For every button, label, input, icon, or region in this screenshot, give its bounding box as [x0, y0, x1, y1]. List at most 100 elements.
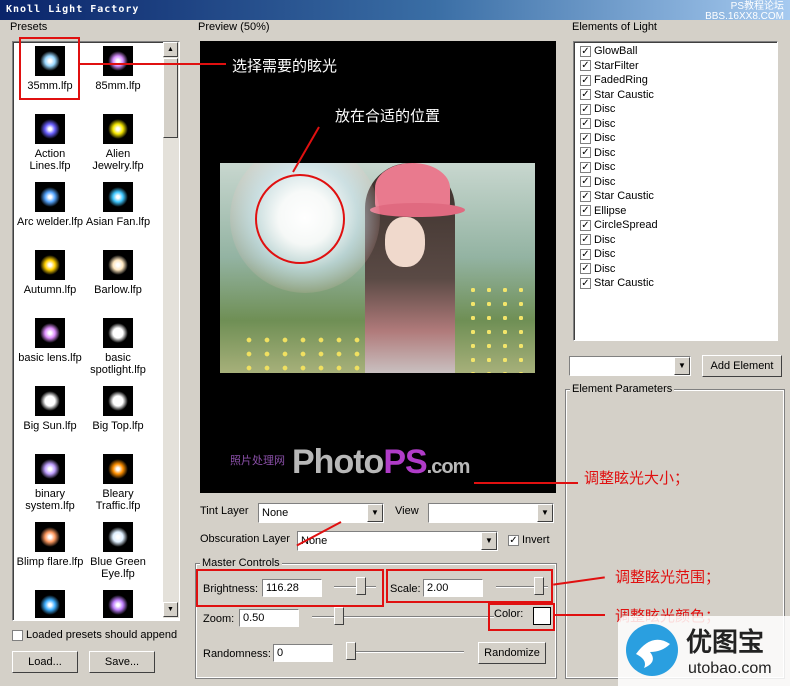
- preset-item[interactable]: Barlow.lfp: [81, 250, 155, 296]
- checkmark-icon[interactable]: ✓: [580, 118, 591, 129]
- checkmark-icon[interactable]: ✓: [580, 103, 591, 115]
- element-item[interactable]: ✓ Ellipse: [580, 204, 626, 218]
- element-item[interactable]: ✓ Disc: [580, 131, 615, 145]
- randomize-button[interactable]: Randomize: [478, 642, 546, 664]
- preset-item[interactable]: Action Lines.lfp: [13, 114, 87, 172]
- element-item[interactable]: ✓ Disc: [580, 233, 615, 247]
- preset-label: Bleary Traffic.lfp: [95, 488, 141, 512]
- checkmark-icon[interactable]: ✓: [580, 60, 591, 71]
- preset-label: Alien Jewelry.lfp: [92, 148, 144, 172]
- preset-item[interactable]: Autumn.lfp: [13, 250, 87, 296]
- preset-thumbnail: [35, 522, 65, 552]
- preset-item[interactable]: Blue Green Eye.lfp: [81, 522, 155, 580]
- checkmark-icon[interactable]: ✓: [580, 263, 591, 274]
- annotation-adjust-range: 调整眩光范围；: [615, 569, 721, 586]
- preset-item[interactable]: Asian Fan.lfp: [81, 182, 155, 228]
- obscuration-layer-label: Obscuration Layer: [200, 533, 290, 545]
- save-button[interactable]: Save...: [89, 651, 155, 673]
- preset-item[interactable]: 85mm.lfp: [81, 46, 155, 92]
- elements-list[interactable]: ✓ GlowBall ✓ StarFilter ✓ FadedRing ✓ Star Caus…: [573, 41, 778, 341]
- preset-thumbnail: [35, 318, 65, 348]
- preset-thumbnail: [35, 386, 65, 416]
- preset-item[interactable]: [13, 590, 87, 618]
- checkmark-icon[interactable]: ✓: [580, 277, 591, 289]
- append-presets-checkbox[interactable]: Loaded presets should append: [12, 628, 177, 642]
- preset-thumbnail: [103, 590, 133, 618]
- tint-layer-select[interactable]: None ▼: [258, 503, 384, 523]
- checkmark-icon[interactable]: ✓: [580, 219, 591, 231]
- preset-item[interactable]: Big Top.lfp: [81, 386, 155, 432]
- add-element-button[interactable]: Add Element: [702, 355, 782, 377]
- checkmark-icon[interactable]: ✓: [580, 45, 591, 57]
- obscuration-layer-select[interactable]: None ▼: [297, 531, 498, 551]
- top-watermark: PS教程论坛 BBS.16XX8.COM: [705, 1, 784, 22]
- preset-item[interactable]: basic lens.lfp: [13, 318, 87, 364]
- checkmark-icon[interactable]: ✓: [580, 190, 591, 202]
- preset-label: basic lens.lfp: [18, 352, 82, 364]
- annotation-place-position: 放在合适的位置: [335, 108, 441, 125]
- annotation-line: [474, 482, 578, 484]
- invert-checkbox[interactable]: ✓ Invert: [508, 533, 550, 547]
- brand-url: utobao.com: [688, 660, 772, 677]
- checkmark-icon[interactable]: ✓: [580, 234, 591, 245]
- element-item[interactable]: ✓ Disc: [580, 117, 615, 131]
- presets-scrollbar[interactable]: ▲ ▼: [163, 42, 179, 618]
- checkmark-icon[interactable]: ✓: [580, 161, 591, 173]
- checkbox-icon[interactable]: [12, 629, 23, 641]
- checkmark-icon[interactable]: ✓: [580, 248, 591, 260]
- element-item[interactable]: ✓ Disc: [580, 102, 615, 116]
- brand-name: 优图宝: [686, 627, 765, 657]
- element-parameters-label: Element Parameters: [570, 383, 675, 395]
- checkmark-icon[interactable]: ✓: [580, 176, 591, 187]
- presets-label: Presets: [8, 21, 50, 33]
- element-item[interactable]: ✓ Disc: [580, 146, 615, 160]
- checkmark-icon[interactable]: ✓: [580, 89, 591, 100]
- chevron-down-icon: ▼: [481, 532, 497, 550]
- annotation-box-color: [488, 603, 555, 631]
- zoom-field[interactable]: 0.50: [239, 609, 299, 627]
- bird-logo-icon: [626, 624, 678, 676]
- checkmark-icon[interactable]: ✓: [508, 534, 519, 546]
- view-select[interactable]: ▼: [428, 503, 554, 523]
- preset-label: Action Lines.lfp: [29, 148, 71, 172]
- preset-item[interactable]: binary system.lfp: [13, 454, 87, 512]
- preset-thumbnail: [103, 46, 133, 76]
- element-item[interactable]: ✓ FadedRing: [580, 73, 648, 87]
- preset-item[interactable]: Bleary Traffic.lfp: [81, 454, 155, 512]
- checkmark-icon[interactable]: ✓: [580, 205, 591, 216]
- element-item[interactable]: ✓ CircleSpread: [580, 218, 658, 232]
- scroll-down-icon[interactable]: ▼: [163, 602, 178, 617]
- preset-item[interactable]: [81, 590, 155, 618]
- checkmark-icon[interactable]: ✓: [580, 147, 591, 158]
- window-title: Knoll Light Factory: [6, 4, 140, 15]
- preset-item[interactable]: Arc welder.lfp: [13, 182, 87, 228]
- element-item[interactable]: ✓ Star Caustic: [580, 276, 654, 290]
- element-item[interactable]: ✓ GlowBall: [580, 44, 637, 58]
- preset-thumbnail: [103, 250, 133, 280]
- element-item[interactable]: ✓ Disc: [580, 160, 615, 174]
- scroll-thumb[interactable]: [163, 58, 178, 138]
- element-item[interactable]: ✓ Star Caustic: [580, 88, 654, 102]
- element-type-select[interactable]: ▼: [569, 356, 691, 376]
- preset-thumbnail: [103, 182, 133, 212]
- element-item[interactable]: ✓ Disc: [580, 262, 615, 276]
- checkmark-icon[interactable]: ✓: [580, 74, 591, 86]
- preset-item[interactable]: Big Sun.lfp: [13, 386, 87, 432]
- brand-watermark: 优图宝 utobao.com: [618, 616, 790, 686]
- preset-item[interactable]: Alien Jewelry.lfp: [81, 114, 155, 172]
- scroll-up-icon[interactable]: ▲: [163, 42, 178, 57]
- element-item[interactable]: ✓ Star Caustic: [580, 189, 654, 203]
- element-item[interactable]: ✓ Disc: [580, 247, 615, 261]
- zoom-slider[interactable]: [334, 607, 344, 625]
- preset-thumbnail: [35, 590, 65, 618]
- checkmark-icon[interactable]: ✓: [580, 132, 591, 144]
- preset-item[interactable]: basic spotlight.lfp: [81, 318, 155, 376]
- element-item[interactable]: ✓ Disc: [580, 175, 615, 189]
- presets-list[interactable]: 35mm.lfp 85mm.lfp Action Lines.lfp Alien Je…: [12, 41, 180, 621]
- randomness-field[interactable]: 0: [273, 644, 333, 662]
- preset-label: Autumn.lfp: [23, 284, 77, 296]
- randomness-slider[interactable]: [346, 642, 356, 660]
- load-button[interactable]: Load...: [12, 651, 78, 673]
- element-item[interactable]: ✓ StarFilter: [580, 59, 639, 73]
- preset-item[interactable]: Blimp flare.lfp: [13, 522, 87, 568]
